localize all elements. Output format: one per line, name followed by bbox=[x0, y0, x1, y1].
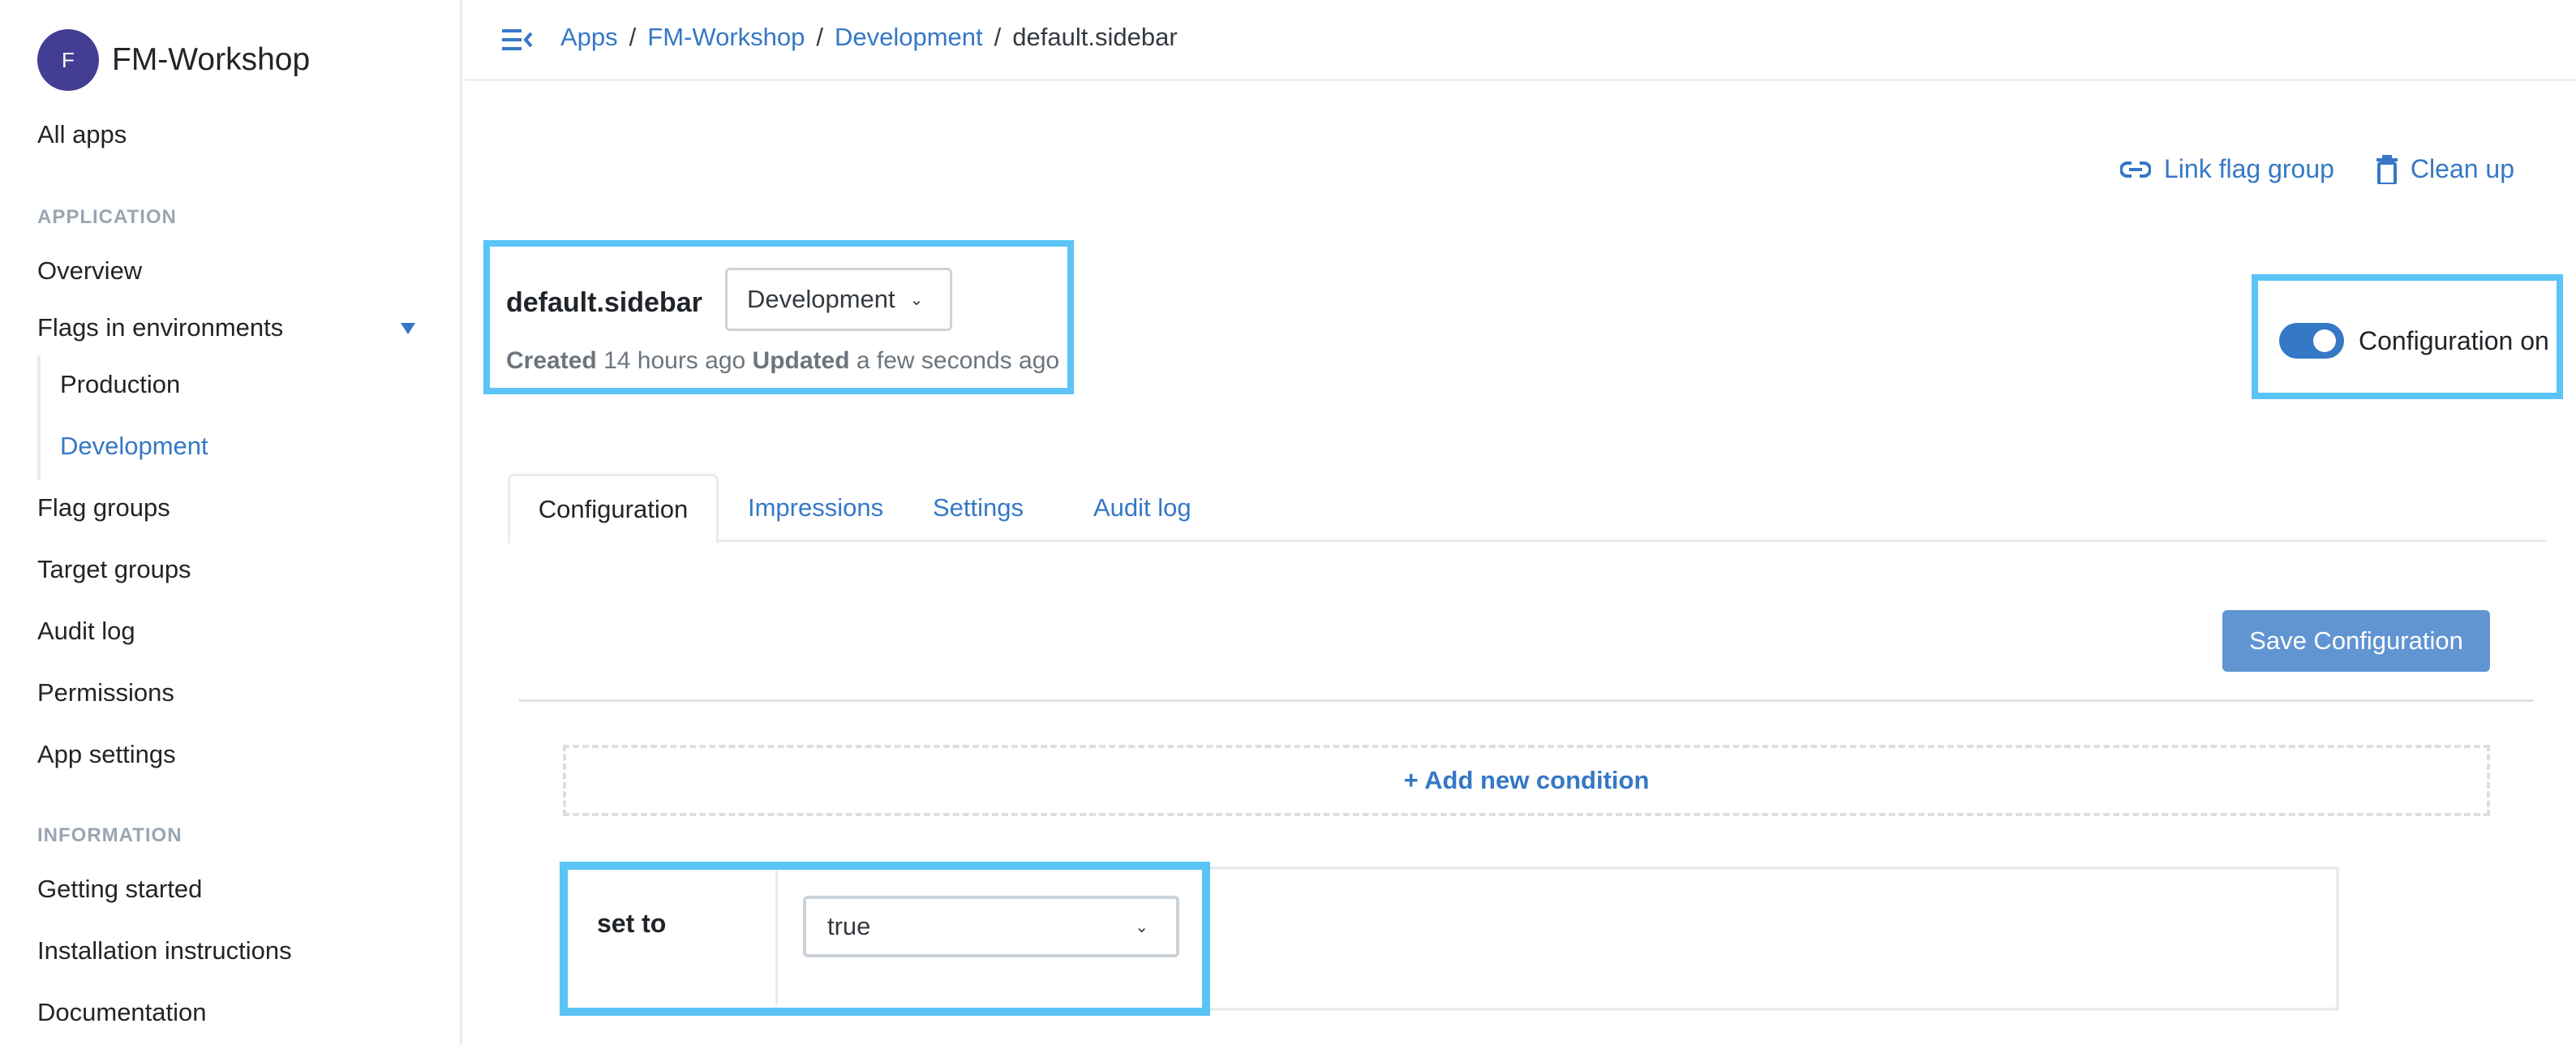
tab-configuration[interactable]: Configuration bbox=[508, 474, 719, 544]
section-heading-information: INFORMATION bbox=[37, 824, 182, 846]
collapse-menu-icon[interactable] bbox=[502, 29, 533, 50]
link-flag-group-label: Link flag group bbox=[2164, 154, 2334, 183]
avatar: F bbox=[37, 29, 99, 91]
caret-down-icon[interactable] bbox=[401, 323, 415, 334]
sidebar-item-permissions[interactable]: Permissions bbox=[37, 678, 174, 707]
app-name: FM-Workshop bbox=[112, 42, 311, 77]
breadcrumb-apps[interactable]: Apps bbox=[560, 23, 618, 51]
sidebar-item-getting-started[interactable]: Getting started bbox=[37, 875, 202, 904]
breadcrumb-current: default.sidebar bbox=[1012, 23, 1178, 51]
environment-select[interactable]: Development ⌄ bbox=[725, 268, 952, 331]
configuration-toggle-container: Configuration on bbox=[2252, 274, 2563, 399]
section-heading-application: APPLICATION bbox=[37, 206, 177, 228]
sidebar-item-overview[interactable]: Overview bbox=[37, 256, 142, 286]
tab-audit-log[interactable]: Audit log bbox=[1093, 474, 1191, 542]
configuration-toggle-label: Configuration on bbox=[2359, 326, 2549, 355]
sidebar-item-installation-instructions[interactable]: Installation instructions bbox=[37, 936, 292, 965]
breadcrumb-separator: / bbox=[816, 23, 823, 51]
condition-separator bbox=[775, 870, 778, 1004]
configuration-toggle[interactable] bbox=[2279, 323, 2344, 359]
tab-impressions[interactable]: Impressions bbox=[748, 474, 883, 542]
clean-up-label: Clean up bbox=[2410, 154, 2515, 183]
breadcrumb: Apps / FM-Workshop / Development / default.sid… bbox=[560, 23, 1178, 52]
brand[interactable]: F FM-Workshop bbox=[37, 29, 310, 91]
sidebar: F FM-Workshop All apps APPLICATION Overv… bbox=[0, 0, 462, 1045]
flag-header: default.sidebar Development ⌄ Created 14… bbox=[483, 240, 1074, 394]
sidebar-item-production[interactable]: Production bbox=[60, 370, 180, 399]
clean-up-button[interactable]: Clean up bbox=[2376, 154, 2514, 184]
add-condition-button[interactable]: + Add new condition bbox=[563, 745, 2490, 816]
created-label: Created bbox=[506, 347, 597, 374]
sidebar-item-documentation[interactable]: Documentation bbox=[37, 998, 207, 1027]
sidebar-item-app-settings[interactable]: App settings bbox=[37, 740, 176, 769]
chevron-down-icon: ⌄ bbox=[909, 290, 924, 309]
environment-select-value: Development bbox=[747, 285, 895, 313]
flag-name: default.sidebar bbox=[506, 287, 702, 318]
flag-actions: Link flag group Clean up bbox=[2120, 154, 2557, 184]
updated-value: a few seconds ago bbox=[856, 347, 1060, 374]
save-configuration-button[interactable]: Save Configuration bbox=[2222, 610, 2490, 672]
breadcrumb-separator: / bbox=[994, 23, 1002, 51]
chevron-down-icon: ⌄ bbox=[1135, 918, 1148, 936]
condition-value-select[interactable]: true ⌄ bbox=[803, 896, 1179, 957]
tabs: Configuration Impressions Settings Audit… bbox=[508, 474, 2547, 544]
sidebar-item-audit-log[interactable]: Audit log bbox=[37, 617, 135, 646]
link-icon bbox=[2120, 161, 2151, 178]
condition-value: true bbox=[827, 912, 871, 940]
flag-meta: Created 14 hours ago Updated a few secon… bbox=[506, 347, 1059, 375]
breadcrumb-environment[interactable]: Development bbox=[835, 23, 983, 51]
toggle-knob bbox=[2313, 329, 2336, 352]
submenu-rail bbox=[37, 355, 41, 480]
link-flag-group-button[interactable]: Link flag group bbox=[2120, 154, 2334, 184]
updated-label: Updated bbox=[752, 347, 850, 374]
all-apps-link[interactable]: All apps bbox=[37, 120, 127, 149]
top-bar: Apps / FM-Workshop / Development / default.sid… bbox=[465, 0, 2576, 81]
breadcrumb-app[interactable]: FM-Workshop bbox=[647, 23, 805, 51]
sidebar-item-target-groups[interactable]: Target groups bbox=[37, 555, 191, 584]
condition-label: set to bbox=[597, 909, 667, 938]
sidebar-item-flags-in-environments[interactable]: Flags in environments bbox=[37, 313, 283, 342]
created-value: 14 hours ago bbox=[603, 347, 746, 374]
trash-icon bbox=[2376, 154, 2398, 184]
divider bbox=[519, 699, 2534, 702]
sidebar-item-development[interactable]: Development bbox=[60, 432, 208, 461]
tab-settings[interactable]: Settings bbox=[933, 474, 1024, 542]
sidebar-item-flag-groups[interactable]: Flag groups bbox=[37, 493, 170, 522]
breadcrumb-separator: / bbox=[629, 23, 637, 51]
